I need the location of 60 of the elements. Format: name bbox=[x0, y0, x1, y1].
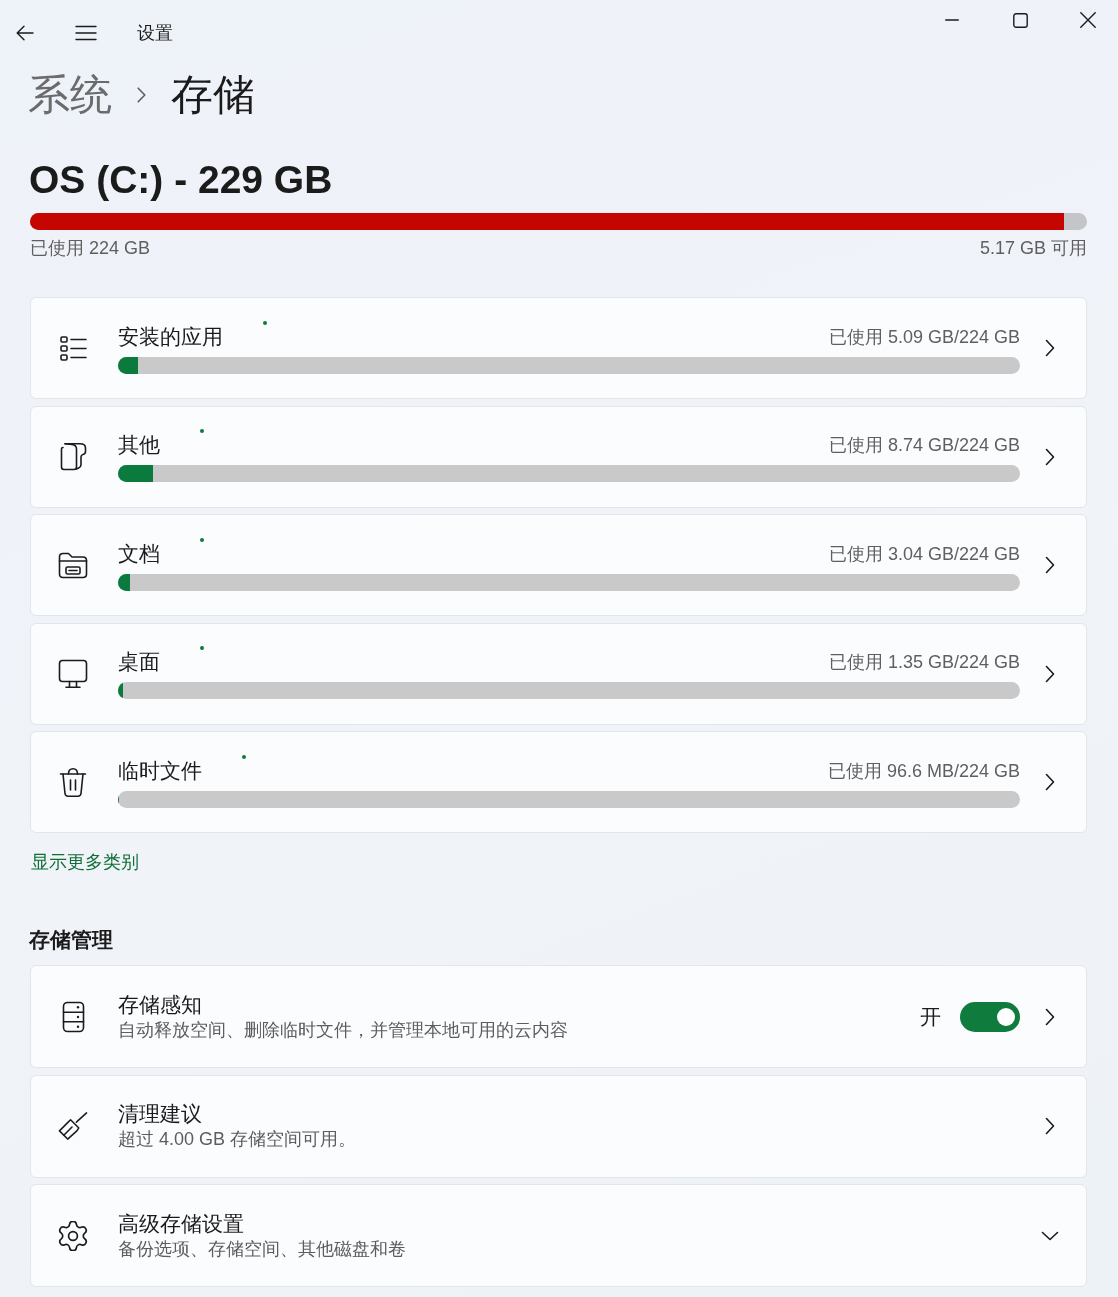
chevron-right-icon bbox=[1045, 1117, 1055, 1135]
setting-card[interactable]: 存储感知 自动释放空间、删除临时文件，并管理本地可用的云内容 开 bbox=[30, 965, 1087, 1068]
close-icon bbox=[1080, 12, 1096, 28]
category-card[interactable]: 桌面 已使用 1.35 GB/224 GB bbox=[30, 622, 1087, 725]
category-name: 桌面 bbox=[118, 649, 160, 675]
app-list-icon bbox=[59, 335, 87, 361]
dot-icon bbox=[263, 320, 267, 325]
setting-description: 自动释放空间、删除临时文件，并管理本地可用的云内容 bbox=[118, 1018, 568, 1042]
category-name: 临时文件 bbox=[118, 757, 202, 784]
toggle-switch[interactable] bbox=[960, 1001, 1020, 1032]
show-more-link[interactable]: 显示更多类别 bbox=[31, 850, 139, 874]
trash-icon bbox=[59, 766, 87, 798]
category-usage: 已使用 8.74 GB/224 GB bbox=[828, 434, 1020, 457]
dot-icon bbox=[200, 537, 204, 542]
setting-title: 高级存储设置 bbox=[118, 1210, 244, 1237]
used-space-label: 已使用 224 GB bbox=[30, 237, 151, 260]
monitor-icon bbox=[58, 658, 88, 689]
chevron-right-icon bbox=[1045, 556, 1055, 574]
menu-icon bbox=[75, 25, 97, 41]
breadcrumb-link[interactable]: 系统 bbox=[28, 70, 112, 120]
free-space-label: 5.17 GB 可用 bbox=[979, 237, 1087, 260]
breadcrumb-current-page: 存储 bbox=[171, 70, 255, 120]
window-title: 设置 bbox=[137, 22, 173, 45]
drive-title: OS (C:) - 229 GB bbox=[29, 157, 333, 203]
toggle-state-label: 开 bbox=[920, 1003, 941, 1030]
chevron-right-icon bbox=[1045, 773, 1055, 791]
category-card[interactable]: 其他 已使用 8.74 GB/224 GB bbox=[30, 405, 1087, 508]
category-name: 其他 bbox=[118, 432, 160, 458]
chevron-right-icon bbox=[1045, 447, 1055, 466]
section-heading: 存储管理 bbox=[29, 927, 113, 953]
setting-description: 备份选项、存储空间、其他磁盘和卷 bbox=[118, 1237, 406, 1261]
category-card[interactable]: 临时文件 已使用 96.6 MB/224 GB bbox=[30, 731, 1087, 833]
category-usage: 已使用 1.35 GB/224 GB bbox=[828, 651, 1020, 674]
category-card[interactable]: 安装的应用 已使用 5.09 GB/224 GB bbox=[30, 297, 1087, 399]
category-name: 安装的应用 bbox=[118, 323, 223, 350]
back-icon bbox=[16, 25, 34, 41]
minimize-icon bbox=[945, 19, 959, 21]
chevron-right-icon bbox=[1045, 664, 1055, 683]
broom-icon bbox=[58, 1111, 88, 1141]
category-usage: 已使用 5.09 GB/224 GB bbox=[828, 325, 1020, 349]
category-card[interactable]: 文档 已使用 3.04 GB/224 GB bbox=[30, 514, 1087, 616]
category-name: 文档 bbox=[118, 540, 160, 567]
settings-icon bbox=[58, 1220, 88, 1251]
dot-icon bbox=[242, 754, 246, 759]
setting-title: 存储感知 bbox=[118, 991, 202, 1018]
breadcrumb-chevron-icon bbox=[137, 87, 146, 103]
dot-icon bbox=[200, 429, 204, 433]
setting-title: 清理建议 bbox=[118, 1101, 202, 1127]
setting-description: 超过 4.00 GB 存储空间可用。 bbox=[118, 1128, 357, 1151]
chevron-right-icon bbox=[1045, 339, 1055, 357]
folder-icon bbox=[58, 551, 88, 579]
hard-drive-icon bbox=[61, 1000, 85, 1033]
setting-card[interactable]: 清理建议 超过 4.00 GB 存储空间可用。 bbox=[30, 1074, 1087, 1178]
category-usage: 已使用 96.6 MB/224 GB bbox=[827, 759, 1020, 783]
setting-card[interactable]: 高级存储设置 备份选项、存储空间、其他磁盘和卷 bbox=[30, 1184, 1087, 1287]
maximize-icon bbox=[1012, 12, 1028, 28]
chevron-right-icon bbox=[1045, 1007, 1055, 1026]
category-usage: 已使用 3.04 GB/224 GB bbox=[828, 542, 1020, 566]
dot-icon bbox=[200, 646, 204, 650]
document-pages-icon bbox=[59, 442, 87, 471]
